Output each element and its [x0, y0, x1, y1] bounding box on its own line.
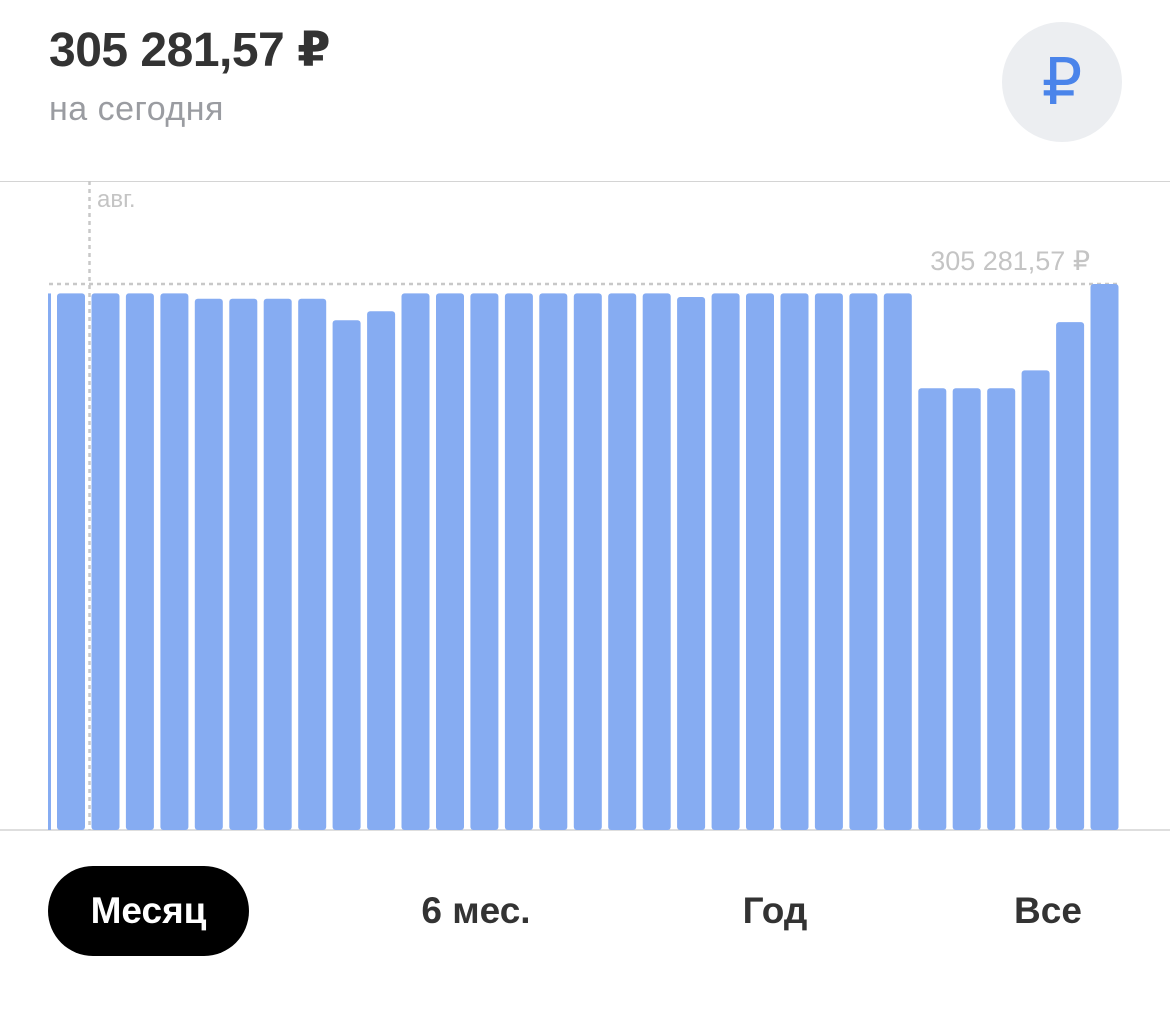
chart-bar [883, 293, 912, 830]
chart-bar [194, 298, 223, 830]
chart-bar [677, 297, 706, 830]
chart-bar [367, 311, 396, 830]
chart-bar [1056, 322, 1085, 830]
chart-bar [332, 320, 361, 830]
balance-header: 305 281,57 ₽ на сегодня ₽ [0, 0, 1170, 181]
ruble-icon: ₽ [1041, 46, 1083, 118]
chart-bar [57, 293, 85, 830]
chart-bar [780, 293, 809, 830]
chart-bar-edge [48, 293, 51, 830]
chart-bar [849, 293, 878, 830]
chart-bar [608, 293, 637, 830]
chart-bar [1021, 370, 1050, 830]
chart-bar [263, 298, 292, 830]
chart-bar [298, 298, 327, 830]
balance-subtitle: на сегодня [49, 90, 224, 128]
tab-6-months[interactable]: 6 мес. [386, 866, 566, 956]
tab-year[interactable]: Год [705, 866, 845, 956]
chart-bar [160, 293, 189, 830]
currency-button[interactable]: ₽ [1002, 22, 1122, 142]
chart-bar [539, 293, 568, 830]
balance-amount: 305 281,57 ₽ [49, 24, 330, 77]
tab-month[interactable]: Месяц [48, 866, 249, 956]
chart-bar [401, 293, 430, 830]
chart-bar [470, 293, 499, 830]
chart-bar [436, 293, 464, 830]
chart-bar [504, 293, 533, 830]
chart-bar [746, 293, 774, 830]
chart-bar [229, 298, 258, 830]
balance-chart[interactable]: авг. 305 281,57 ₽ [0, 181, 1170, 831]
chart-bar [814, 293, 843, 830]
chart-bar [711, 293, 740, 830]
tab-all[interactable]: Все [983, 866, 1113, 956]
bar-chart-svg[interactable]: авг. 305 281,57 ₽ [0, 181, 1170, 831]
chart-bar [125, 293, 154, 830]
chart-bar [91, 293, 120, 830]
chart-bar [1090, 284, 1119, 830]
chart-bar [642, 293, 671, 830]
chart-bar [987, 388, 1016, 830]
month-label: авг. [97, 186, 136, 213]
chart-bar [573, 293, 602, 830]
chart-bar [952, 388, 981, 830]
max-value-label: 305 281,57 ₽ [930, 246, 1090, 276]
period-tabs: Месяц 6 мес. Год Все [0, 866, 1170, 958]
chart-bar [918, 388, 947, 830]
chart-bars [48, 284, 1119, 830]
